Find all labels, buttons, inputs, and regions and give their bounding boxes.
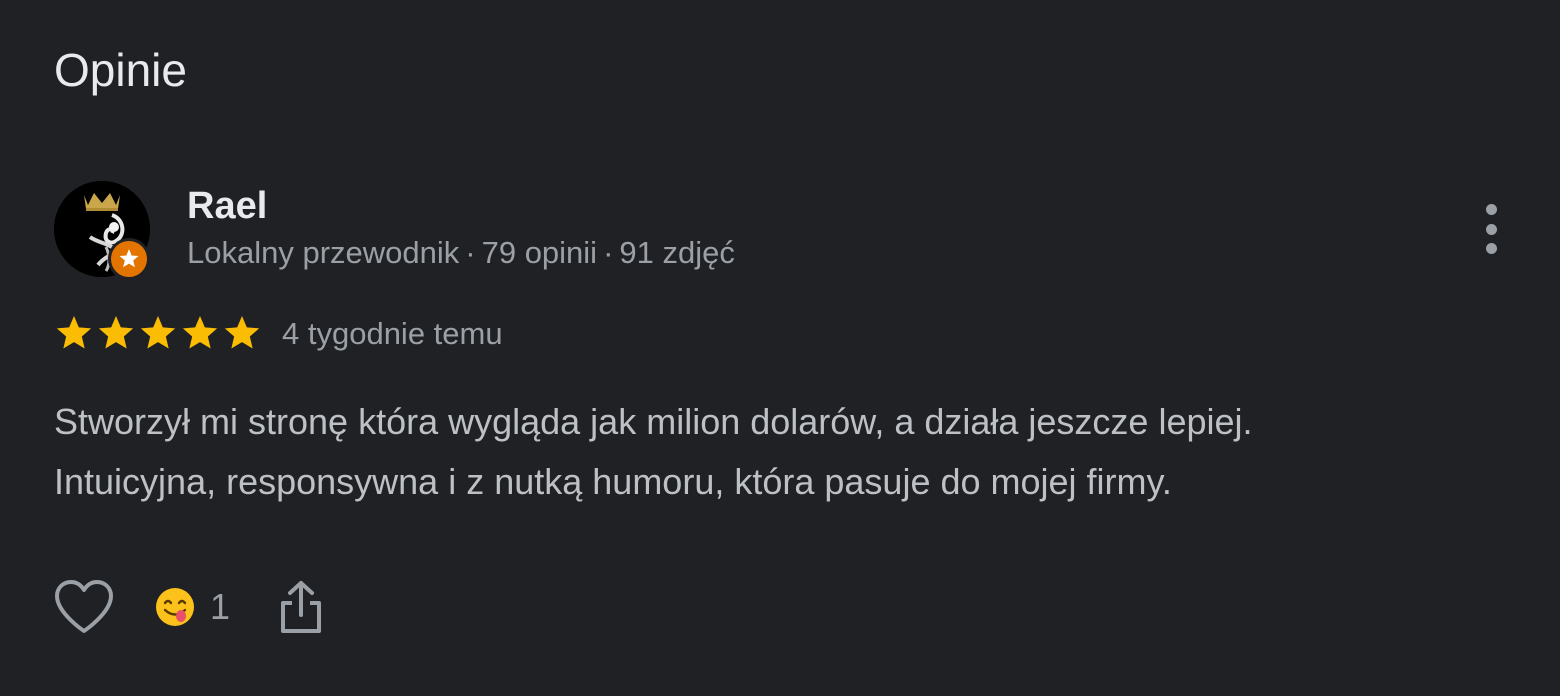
star-icon	[182, 316, 218, 349]
more-dot	[1485, 243, 1497, 254]
meta-separator: ·	[465, 235, 476, 270]
section-title: Opinie	[54, 44, 187, 96]
meta-separator: ·	[603, 235, 614, 270]
review-text: Stworzył mi stronę która wygląda jak mil…	[54, 392, 1494, 512]
reviewer-meta: Lokalny przewodnik · 79 opinii · 91 zdjęć	[187, 232, 735, 274]
star-icon	[98, 316, 134, 349]
reaction-button[interactable]: 1	[154, 585, 230, 629]
reviewer-review-count: 79 opinii	[481, 235, 598, 270]
yum-face-emoji-icon	[156, 588, 194, 626]
local-guide-badge-icon	[108, 238, 150, 280]
review-text-line: Stworzył mi stronę która wygląda jak mil…	[54, 401, 1253, 442]
star-rating	[54, 312, 262, 354]
share-icon	[281, 581, 322, 633]
reviewer-level: Lokalny przewodnik	[187, 235, 460, 270]
share-button[interactable]	[272, 575, 330, 639]
star-icon	[56, 316, 92, 349]
like-button[interactable]	[52, 575, 116, 639]
more-dot	[1485, 223, 1497, 235]
star-icon	[140, 316, 176, 349]
heart-outline-icon	[55, 580, 113, 633]
review-text-line: Intuicyjna, responsywna i z nutką humoru…	[54, 461, 1172, 502]
reaction-count: 1	[210, 586, 231, 627]
reviewer-photo-count: 91 zdjęć	[619, 235, 735, 270]
more-options-icon[interactable]	[1470, 200, 1512, 258]
review-date: 4 tygodnie temu	[282, 316, 503, 351]
reviewer-name[interactable]: Rael	[187, 183, 267, 229]
more-dot	[1485, 204, 1497, 215]
star-icon	[224, 316, 260, 349]
review-actions: 1	[52, 574, 330, 640]
reviews-panel: Opinie Rael Lokalny przewodnik · 79 opinii…	[0, 0, 1560, 696]
